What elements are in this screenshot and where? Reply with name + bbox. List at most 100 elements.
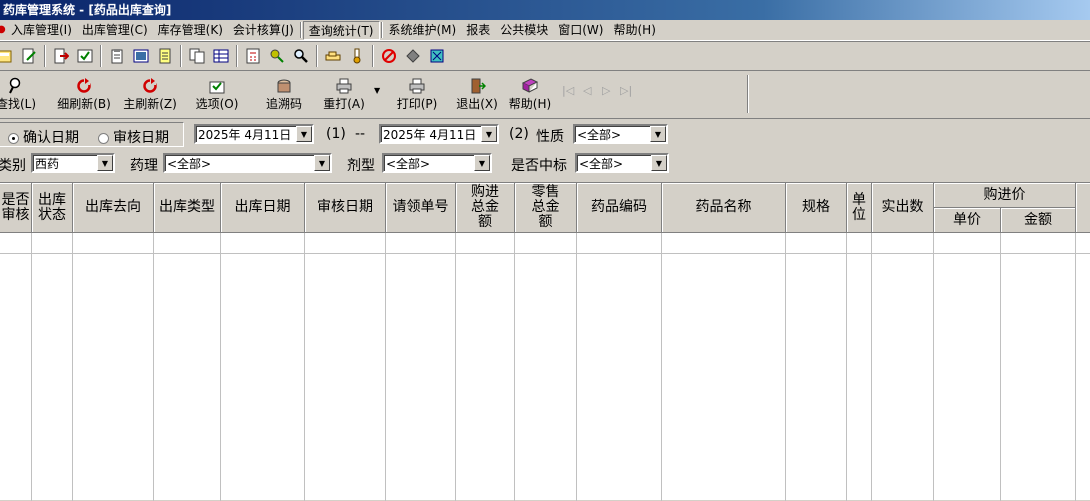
nature-value: <全部> (577, 127, 622, 142)
prev-record-icon[interactable]: ◁ (583, 84, 591, 97)
copy-icon[interactable] (186, 45, 208, 67)
dropdown-arrow-icon[interactable]: ▼ (374, 86, 380, 95)
magnifier-icon[interactable] (290, 45, 312, 67)
open-icon[interactable] (0, 45, 16, 67)
col-header-retail-total[interactable]: 零售总金额 (515, 183, 577, 233)
date-range-dash: -- (355, 126, 366, 142)
col-header-destination[interactable]: 出库去向 (73, 183, 154, 233)
col-header-status[interactable]: 出库状态 (32, 183, 73, 233)
nature-select[interactable]: <全部> ▼ (573, 124, 668, 144)
chevron-down-icon[interactable]: ▼ (474, 155, 490, 171)
find-button[interactable]: 查找(L) (0, 76, 40, 116)
grid-column (305, 233, 386, 501)
clipboard-icon[interactable] (106, 45, 128, 67)
radio-audit-date[interactable]: 审核日期 (98, 127, 169, 147)
next-record-icon[interactable]: ▷ (602, 84, 610, 97)
grid-column (32, 233, 73, 501)
chevron-down-icon[interactable]: ▼ (481, 126, 497, 142)
category-select[interactable]: 西药 ▼ (31, 153, 115, 173)
date-to-picker[interactable]: 2025年 4月11日 ▼ (379, 124, 499, 144)
menu-stock-in[interactable]: 入库管理(I) (6, 21, 77, 40)
tools-icon[interactable] (266, 45, 288, 67)
stop-icon[interactable] (378, 45, 400, 67)
menu-reports[interactable]: 报表 (461, 21, 495, 40)
main-refresh-label: 主刷新(Z) (123, 97, 177, 111)
menu-inventory[interactable]: 库存管理(K) (153, 21, 228, 40)
col-header-drug-name[interactable]: 药品名称 (662, 183, 786, 233)
menu-common[interactable]: 公共模块 (495, 21, 553, 40)
chevron-down-icon[interactable]: ▼ (650, 126, 666, 142)
jar-icon (275, 76, 293, 96)
pharmacology-select[interactable]: <全部> ▼ (163, 153, 332, 173)
toolbar-separator (316, 45, 318, 67)
toolbar-separator (236, 45, 238, 67)
print-label: 打印(P) (396, 97, 438, 111)
date-from-picker[interactable]: 2025年 4月11日 ▼ (194, 124, 314, 144)
radio-confirm-date[interactable]: 确认日期 (8, 127, 79, 147)
grid-column (0, 233, 32, 501)
options-button[interactable]: 选项(O) (193, 76, 241, 116)
print-button[interactable]: 打印(P) (394, 76, 440, 116)
edit-doc-icon[interactable] (18, 45, 40, 67)
menu-window[interactable]: 窗口(W) (553, 21, 608, 40)
chevron-down-icon[interactable]: ▼ (651, 155, 667, 171)
chevron-down-icon[interactable]: ▼ (97, 155, 113, 171)
window-title: 药库管理系统 - [药品出库查询] (0, 0, 1090, 20)
calculator-icon[interactable] (242, 45, 264, 67)
grid-column (872, 233, 934, 501)
screen-icon[interactable] (426, 45, 448, 67)
car-icon[interactable] (322, 45, 344, 67)
app-icon: ● (0, 24, 6, 35)
trace-code-button[interactable]: 追溯码 (262, 76, 306, 116)
image-icon[interactable] (130, 45, 152, 67)
help-label: 帮助(H) (508, 97, 552, 111)
col-header-type[interactable]: 出库类型 (154, 183, 221, 233)
menu-stock-out[interactable]: 出库管理(C) (77, 21, 153, 40)
menu-help[interactable]: 帮助(H) (608, 21, 660, 40)
menu-query-stats[interactable]: 查询统计(T) (302, 20, 380, 40)
refresh-icon (142, 76, 158, 96)
col-header-audit-date[interactable]: 审核日期 (305, 183, 386, 233)
col-header-drug-code[interactable]: 药品编码 (577, 183, 662, 233)
bid-select[interactable]: <全部> ▼ (575, 153, 669, 173)
col-header-amount[interactable]: 金额 (1001, 208, 1076, 233)
first-record-icon[interactable]: |◁ (562, 84, 574, 97)
grid-column (662, 233, 786, 501)
col-header-unit-price[interactable]: 单价 (934, 208, 1001, 233)
toolbar-separator (372, 45, 374, 67)
menu-accounting[interactable]: 会计核算(J) (228, 21, 299, 40)
thermometer-icon[interactable] (346, 45, 368, 67)
chevron-down-icon[interactable]: ▼ (314, 155, 330, 171)
last-record-icon[interactable]: ▷| (620, 84, 632, 97)
exit-label: 退出(X) (456, 97, 498, 111)
detail-refresh-button[interactable]: 细刷新(B) (55, 76, 113, 116)
category-value: 西药 (35, 156, 60, 171)
nature-label: 性质 (536, 129, 564, 145)
toolbar-separator (44, 45, 46, 67)
drug-filter-row: 类别 西药 ▼ 药理 <全部> ▼ 剂型 <全部> ▼ 是否中标 <全部> ▼ (0, 150, 1090, 178)
list-icon[interactable] (154, 45, 176, 67)
gem-icon[interactable] (402, 45, 424, 67)
exit-button[interactable]: 退出(X) (454, 76, 500, 116)
col-header-out-date[interactable]: 出库日期 (221, 183, 305, 233)
reprint-button[interactable]: 重打(A) (320, 76, 368, 116)
col-header-audited[interactable]: 是否审核 (0, 183, 32, 233)
stock-out-grid[interactable]: 是否审核 出库状态 出库去向 出库类型 出库日期 审核日期 请领单号 购进总金额… (0, 182, 1090, 501)
chevron-down-icon[interactable]: ▼ (296, 126, 312, 142)
table-icon[interactable] (210, 45, 232, 67)
door-exit-icon (468, 76, 486, 96)
export-icon[interactable] (50, 45, 72, 67)
col-header-request-no[interactable]: 请领单号 (386, 183, 456, 233)
col-header-purchase-total[interactable]: 购进总金额 (456, 183, 515, 233)
col-header-unit[interactable]: 单位 (847, 183, 872, 233)
menu-system[interactable]: 系统维护(M) (384, 21, 462, 40)
menu-separator (380, 22, 383, 38)
icon-toolbar (0, 41, 1090, 71)
main-refresh-button[interactable]: 主刷新(Z) (121, 76, 179, 116)
help-button[interactable]: 帮助(H) (507, 76, 553, 116)
search-icon (8, 76, 24, 96)
col-header-spec[interactable]: 规格 (786, 183, 847, 233)
check-icon[interactable] (74, 45, 96, 67)
dosage-form-select[interactable]: <全部> ▼ (382, 153, 492, 173)
col-header-actual-qty[interactable]: 实出数 (872, 183, 934, 233)
